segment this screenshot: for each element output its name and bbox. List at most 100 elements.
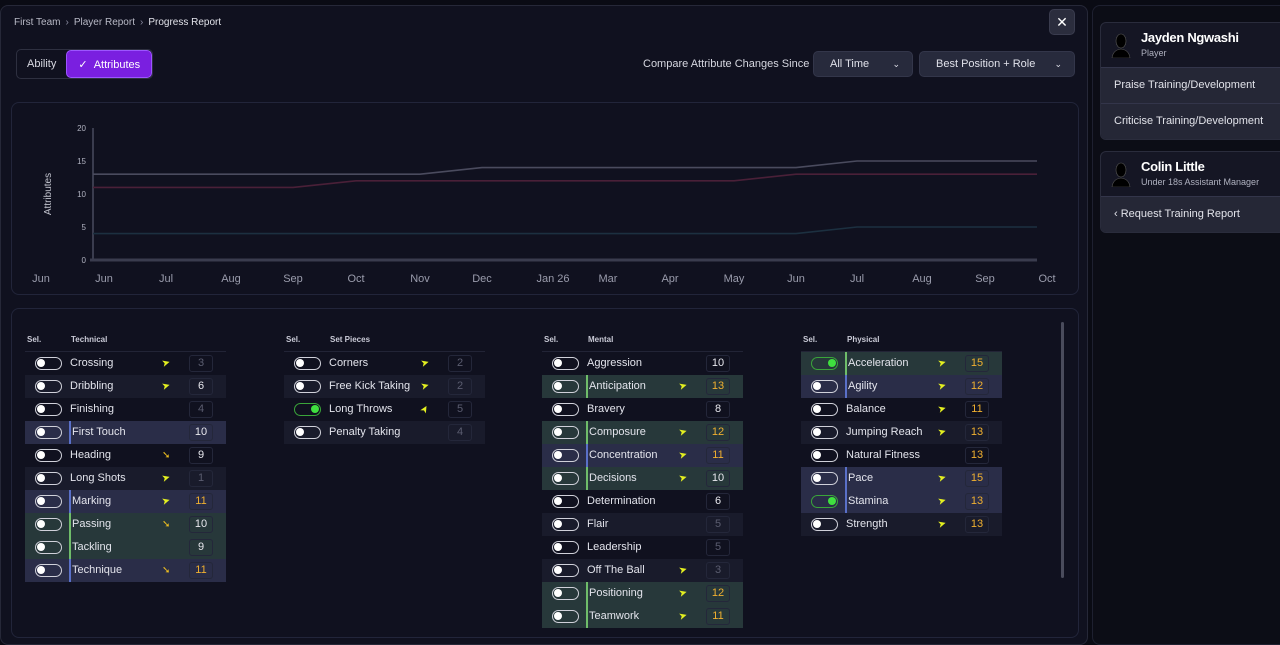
- player-name[interactable]: Jayden Ngwashi: [1141, 30, 1239, 45]
- attribute-row[interactable]: Free Kick Taking ➤ 2: [284, 375, 485, 398]
- select-toggle[interactable]: [552, 610, 579, 623]
- select-toggle[interactable]: [552, 403, 579, 416]
- attribute-row[interactable]: Passing ➘ 10: [25, 513, 226, 536]
- select-toggle[interactable]: [811, 472, 838, 485]
- x-tick-label: Sep: [283, 273, 303, 285]
- select-toggle[interactable]: [552, 495, 579, 508]
- select-toggle[interactable]: [35, 564, 62, 577]
- trend-down-arrow-icon: ➘: [162, 519, 171, 530]
- scrollbar[interactable]: [1061, 322, 1064, 578]
- attribute-row[interactable]: Flair 5: [542, 513, 743, 536]
- select-toggle[interactable]: [811, 357, 838, 370]
- attribute-row[interactable]: Composure ➤ 12: [542, 421, 743, 444]
- select-toggle[interactable]: [294, 357, 321, 370]
- attribute-row[interactable]: Dribbling ➤ 6: [25, 375, 226, 398]
- select-toggle[interactable]: [35, 380, 62, 393]
- group-header: Sel. Technical: [25, 335, 226, 352]
- x-tick-label: Jan 26: [536, 273, 569, 285]
- staff-name[interactable]: Colin Little: [1141, 159, 1205, 174]
- attribute-row[interactable]: Jumping Reach ➤ 13: [801, 421, 1002, 444]
- praise-training-button[interactable]: Praise Training/Development: [1101, 67, 1280, 103]
- select-toggle[interactable]: [294, 426, 321, 439]
- select-toggle[interactable]: [35, 518, 62, 531]
- select-toggle[interactable]: [811, 380, 838, 393]
- attribute-row[interactable]: Determination 6: [542, 490, 743, 513]
- attribute-row[interactable]: Corners ➤ 2: [284, 352, 485, 375]
- sel-header: Sel.: [544, 335, 559, 344]
- attribute-row[interactable]: Pace ➤ 15: [801, 467, 1002, 490]
- select-toggle[interactable]: [35, 403, 62, 416]
- x-tick-label: Mar: [599, 273, 618, 285]
- request-training-report-button[interactable]: ‹ Request Training Report: [1101, 196, 1280, 232]
- player-role: Player: [1141, 48, 1167, 58]
- select-toggle[interactable]: [552, 564, 579, 577]
- attribute-row[interactable]: Acceleration ➤ 15: [801, 352, 1002, 375]
- x-tick-label: Aug: [912, 273, 932, 285]
- attribute-value: 4: [189, 401, 213, 418]
- attribute-row[interactable]: Balance ➤ 11: [801, 398, 1002, 421]
- attribute-row[interactable]: Finishing 4: [25, 398, 226, 421]
- attribute-row[interactable]: First Touch 10: [25, 421, 226, 444]
- attribute-row[interactable]: Teamwork ➤ 11: [542, 605, 743, 628]
- attribute-row[interactable]: Positioning ➤ 12: [542, 582, 743, 605]
- attribute-row[interactable]: Long Throws ➤ 5: [284, 398, 485, 421]
- select-toggle[interactable]: [552, 541, 579, 554]
- group-header: Sel. Set Pieces: [284, 335, 485, 352]
- trend-down-arrow-icon: ➘: [162, 565, 171, 576]
- attribute-row[interactable]: Marking ➤ 11: [25, 490, 226, 513]
- attribute-value: 11: [706, 608, 730, 625]
- sel-header: Sel.: [286, 335, 301, 344]
- select-toggle[interactable]: [552, 472, 579, 485]
- select-toggle[interactable]: [811, 403, 838, 416]
- select-toggle[interactable]: [35, 357, 62, 370]
- attribute-value: 6: [706, 493, 730, 510]
- attribute-value: 4: [448, 424, 472, 441]
- attribute-row[interactable]: Decisions ➤ 10: [542, 467, 743, 490]
- attribute-row[interactable]: Bravery 8: [542, 398, 743, 421]
- attribute-row[interactable]: Stamina ➤ 13: [801, 490, 1002, 513]
- attribute-row[interactable]: Crossing ➤ 3: [25, 352, 226, 375]
- select-toggle[interactable]: [294, 403, 321, 416]
- select-toggle[interactable]: [35, 541, 62, 554]
- attribute-row[interactable]: Tackling 9: [25, 536, 226, 559]
- attribute-row[interactable]: Heading ➘ 9: [25, 444, 226, 467]
- attribute-row[interactable]: Penalty Taking 4: [284, 421, 485, 444]
- attribute-row[interactable]: Aggression 10: [542, 352, 743, 375]
- select-toggle[interactable]: [552, 518, 579, 531]
- attribute-row[interactable]: Natural Fitness 13: [801, 444, 1002, 467]
- avatar-silhouette-icon: [1111, 33, 1131, 58]
- select-toggle[interactable]: [294, 380, 321, 393]
- attribute-row[interactable]: Anticipation ➤ 13: [542, 375, 743, 398]
- select-toggle[interactable]: [35, 426, 62, 439]
- attribute-row[interactable]: Off The Ball ➤ 3: [542, 559, 743, 582]
- attribute-row[interactable]: Strength ➤ 13: [801, 513, 1002, 536]
- select-toggle[interactable]: [552, 426, 579, 439]
- x-tick-label: Oct: [347, 273, 364, 285]
- group-title: Physical: [847, 335, 880, 344]
- x-tick-label: May: [724, 273, 745, 285]
- group-header: Sel. Mental: [542, 335, 743, 352]
- y-axis-label: Attributes: [43, 173, 54, 215]
- attribute-row[interactable]: Agility ➤ 12: [801, 375, 1002, 398]
- select-toggle[interactable]: [35, 495, 62, 508]
- select-toggle[interactable]: [811, 495, 838, 508]
- select-toggle[interactable]: [552, 449, 579, 462]
- attribute-row[interactable]: Leadership 5: [542, 536, 743, 559]
- trend-down-arrow-icon: ➘: [162, 450, 171, 461]
- attribute-value: 5: [448, 401, 472, 418]
- criticise-training-button[interactable]: Criticise Training/Development: [1101, 103, 1280, 139]
- attribute-group-mental: Sel. Mental Aggression 10 Anticipation ➤ …: [542, 335, 743, 628]
- select-toggle[interactable]: [552, 380, 579, 393]
- attribute-row[interactable]: Technique ➘ 11: [25, 559, 226, 582]
- select-toggle[interactable]: [811, 518, 838, 531]
- select-toggle[interactable]: [35, 449, 62, 462]
- attribute-row[interactable]: Long Shots ➤ 1: [25, 467, 226, 490]
- select-toggle[interactable]: [552, 587, 579, 600]
- attribute-row[interactable]: Concentration ➤ 11: [542, 444, 743, 467]
- sel-header: Sel.: [803, 335, 818, 344]
- select-toggle[interactable]: [811, 449, 838, 462]
- select-toggle[interactable]: [811, 426, 838, 439]
- select-toggle[interactable]: [552, 357, 579, 370]
- attribute-group-set-pieces: Sel. Set Pieces Corners ➤ 2 Free Kick Tak…: [284, 335, 485, 444]
- select-toggle[interactable]: [35, 472, 62, 485]
